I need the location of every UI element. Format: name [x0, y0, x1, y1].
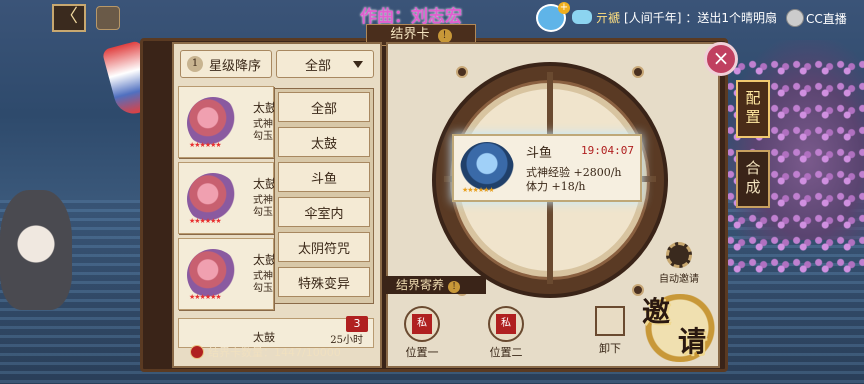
- unload-label: 卸下: [599, 342, 621, 355]
- ticker-channel: [人间千年]: [624, 10, 682, 25]
- invite-char: 邀: [642, 295, 671, 328]
- ticker-user: 亓褫: [596, 10, 621, 25]
- cc-mascot-icon: [786, 9, 804, 27]
- back-button[interactable]: 〈: [52, 4, 86, 32]
- tab-label: 配置: [743, 90, 762, 128]
- gift-ticker: 亓褫 [人间千年] ：送出1个晴明扇: [572, 8, 777, 26]
- invite-button[interactable]: 邀 请: [634, 290, 728, 366]
- dropdown-option[interactable]: 斗鱼: [278, 162, 370, 192]
- count-badge: 3: [346, 316, 368, 332]
- position-label: 位置二: [489, 346, 523, 359]
- unload-icon: [595, 306, 625, 336]
- slot-card-name: 斗鱼: [526, 146, 553, 161]
- clip-icon: [456, 66, 468, 78]
- plus-icon: +: [558, 2, 570, 14]
- card-stars: ★★★★★★: [189, 293, 222, 301]
- auto-invite-button[interactable]: 自动邀请: [656, 242, 702, 285]
- active-barrier-card[interactable]: ★★★★★★ 斗鱼 19:04:07 式神经验 +2800/h 体力 +18/h: [452, 134, 642, 202]
- card-count-icon: [190, 345, 204, 359]
- invite-char: 请: [678, 325, 707, 358]
- card-stars: ★★★★★★: [189, 141, 222, 149]
- close-icon: ×: [712, 46, 730, 70]
- card-item[interactable]: ★★★★★★ 太鼓 式神 勾玉: [178, 162, 277, 234]
- card-item[interactable]: ★★★★★★ 太鼓 式神 勾玉: [178, 238, 277, 310]
- left-arrow-icon: 〈: [60, 6, 78, 27]
- card-line3: 勾玉: [253, 207, 273, 218]
- dropdown-option[interactable]: 伞室内: [278, 197, 370, 227]
- info-icon[interactable]: !: [448, 281, 461, 293]
- daruma-decoration: [0, 190, 72, 310]
- close-button[interactable]: ×: [704, 42, 738, 76]
- position-label: 位置一: [405, 346, 439, 359]
- gear-icon: [666, 242, 692, 268]
- sort-order-icon: 1: [187, 56, 203, 72]
- info-icon[interactable]: !: [437, 29, 452, 43]
- seal-char: 私: [496, 314, 516, 334]
- sort-label: 星级降序: [209, 58, 262, 74]
- foster-label-text: 结界寄养: [396, 278, 445, 292]
- sort-button[interactable]: 1 星级降序: [180, 50, 272, 78]
- position-one-button[interactable]: 私 位置一: [402, 306, 442, 359]
- position-two-button[interactable]: 私 位置二: [486, 306, 526, 359]
- unload-button[interactable]: 卸下: [590, 306, 630, 356]
- slot-card-timer: 19:04:07: [581, 144, 634, 157]
- card-stars: ★★★★★★: [462, 186, 495, 194]
- private-seal-icon: 私: [404, 306, 440, 342]
- auto-invite-label: 自动邀请: [659, 274, 699, 285]
- card-line3: 勾玉: [253, 131, 273, 142]
- dropdown-option[interactable]: 全部: [278, 92, 370, 122]
- tab-label: 合成: [743, 160, 762, 198]
- gamepad-icon: [572, 10, 592, 24]
- filter-dropdown: 全部 太鼓 斗鱼 伞室内 太阴符咒 特殊变异: [274, 88, 374, 304]
- cc-logo-text: CC直播: [806, 11, 847, 26]
- dropdown-option[interactable]: 太阴符咒: [278, 232, 370, 262]
- slot-card-stamina: 体力 +18/h: [526, 180, 586, 193]
- filter-select[interactable]: 全部: [276, 50, 374, 78]
- ticker-message: ：送出1个晴明扇: [685, 10, 778, 25]
- seal-char: 私: [412, 314, 432, 334]
- tab-synthesize[interactable]: 合成: [736, 150, 770, 208]
- card-count: 结界卡数量：1447/10000: [190, 342, 380, 362]
- private-seal-icon: 私: [488, 306, 524, 342]
- foster-label: 结界寄养!: [386, 276, 486, 294]
- clip-icon: [632, 66, 644, 78]
- panel-title-text: 结界卡: [390, 27, 430, 42]
- chevron-down-icon: [353, 60, 363, 68]
- skull-icon[interactable]: [96, 6, 120, 30]
- dropdown-option[interactable]: 特殊变异: [278, 267, 370, 297]
- card-line3: 勾玉: [253, 283, 273, 294]
- cc-live-logo: CC直播: [786, 8, 847, 28]
- card-stars: ★★★★★★: [189, 217, 222, 225]
- filter-value: 全部: [305, 58, 332, 74]
- tab-config[interactable]: 配置: [736, 80, 770, 138]
- dropdown-option[interactable]: 太鼓: [278, 127, 370, 157]
- card-item[interactable]: ★★★★★★ 太鼓 式神 勾玉: [178, 86, 277, 158]
- card-count-label: 结界卡数量：1447/10000: [208, 346, 341, 359]
